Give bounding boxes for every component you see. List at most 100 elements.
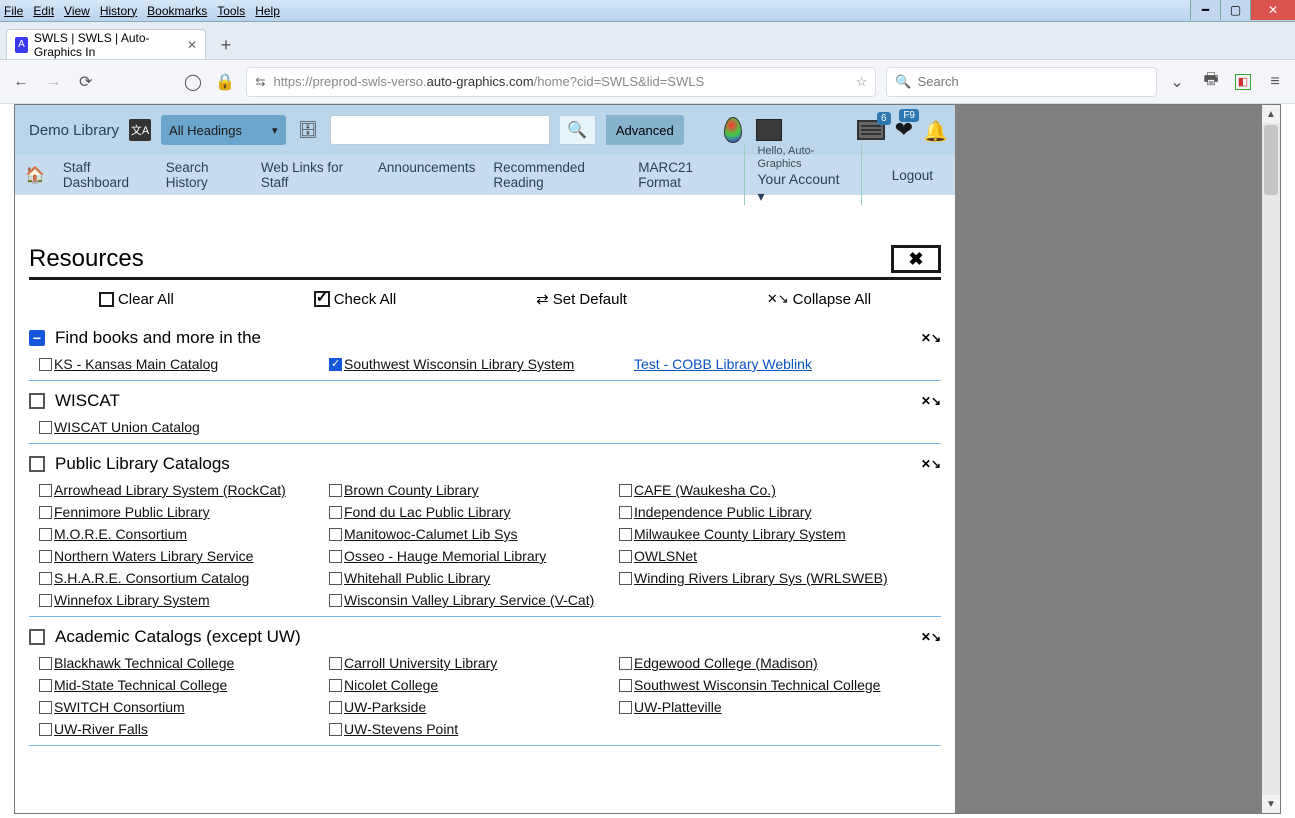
item-link[interactable]: Southwest Wisconsin Technical College <box>634 677 880 693</box>
nav-item[interactable]: Recommended Reading <box>493 160 620 190</box>
cards-icon[interactable]: 6 <box>857 120 885 140</box>
item-link[interactable]: Carroll University Library <box>344 655 497 671</box>
resource-item[interactable]: Fond du Lac Public Library <box>329 504 619 520</box>
resource-item[interactable]: UW-Parkside <box>329 699 619 715</box>
item-link[interactable]: Test - COBB Library Weblink <box>634 356 812 372</box>
os-menu-item[interactable]: File <box>4 4 23 18</box>
item-checkbox[interactable] <box>39 657 52 670</box>
item-checkbox[interactable] <box>619 679 632 692</box>
check-all-button[interactable]: Check All <box>314 290 397 308</box>
resource-item[interactable]: Wisconsin Valley Library Service (V-Cat) <box>329 592 619 608</box>
film-icon[interactable] <box>756 119 782 141</box>
group-header[interactable]: WISCAT✕↘ <box>29 387 941 415</box>
item-link[interactable]: Independence Public Library <box>634 504 811 520</box>
os-menu-item[interactable]: Edit <box>33 4 54 18</box>
collapse-icon[interactable]: ✕↘ <box>921 331 941 345</box>
minimize-button[interactable]: ━ <box>1190 0 1220 20</box>
logout-link[interactable]: Logout <box>880 168 945 183</box>
resource-item[interactable]: Osseo - Hauge Memorial Library <box>329 548 619 564</box>
group-checkbox[interactable] <box>29 393 45 409</box>
close-tab-icon[interactable]: ✕ <box>187 38 197 52</box>
hamburger-menu-icon[interactable]: ≡ <box>1265 72 1285 92</box>
resource-item[interactable]: UW-River Falls <box>39 721 329 737</box>
resource-item[interactable]: Southwest Wisconsin Technical College <box>619 677 909 693</box>
item-link[interactable]: KS - Kansas Main Catalog <box>54 356 218 372</box>
collapse-all-button[interactable]: ✕↘Collapse All <box>767 290 871 308</box>
resource-item[interactable]: Test - COBB Library Weblink <box>619 356 909 372</box>
notifications-icon[interactable]: 🔔 <box>923 119 945 141</box>
resource-item[interactable]: OWLSNet <box>619 548 909 564</box>
os-menu-item[interactable]: Bookmarks <box>147 4 207 18</box>
collapse-minus-icon[interactable]: − <box>29 330 45 346</box>
resource-item[interactable]: KS - Kansas Main Catalog <box>39 356 329 372</box>
resource-item[interactable]: Fennimore Public Library <box>39 504 329 520</box>
scroll-up-arrow[interactable]: ▲ <box>1262 105 1280 123</box>
item-link[interactable]: Osseo - Hauge Memorial Library <box>344 548 546 564</box>
item-checkbox[interactable] <box>39 701 52 714</box>
collapse-icon[interactable]: ✕↘ <box>921 394 941 408</box>
nav-item[interactable]: Staff Dashboard <box>63 160 148 190</box>
item-checkbox[interactable] <box>39 528 52 541</box>
item-link[interactable]: Blackhawk Technical College <box>54 655 234 671</box>
resource-item[interactable]: Brown County Library <box>329 482 619 498</box>
item-link[interactable]: Fennimore Public Library <box>54 504 210 520</box>
back-button[interactable]: ← <box>10 70 32 94</box>
item-checkbox[interactable] <box>619 484 632 497</box>
app-scrollbar[interactable]: ▲ ▼ <box>1262 105 1280 813</box>
print-icon[interactable]: 🖶 <box>1201 72 1221 92</box>
resource-item[interactable]: Edgewood College (Madison) <box>619 655 909 671</box>
extension-icon[interactable]: ◧ <box>1235 74 1251 90</box>
item-link[interactable]: WISCAT Union Catalog <box>54 419 200 435</box>
item-checkbox[interactable] <box>329 594 342 607</box>
home-icon[interactable]: 🏠 <box>25 165 45 185</box>
os-menu-item[interactable]: History <box>100 4 137 18</box>
collapse-icon[interactable]: ✕↘ <box>921 630 941 644</box>
shield-icon[interactable]: ◯ <box>182 70 204 94</box>
catalog-search-button[interactable]: 🔍 <box>560 115 596 145</box>
item-checkbox[interactable] <box>39 594 52 607</box>
url-bar[interactable]: ⇆ https://preprod-swls-verso.auto-graphi… <box>246 67 876 97</box>
item-checkbox[interactable] <box>619 550 632 563</box>
item-checkbox[interactable] <box>329 701 342 714</box>
scroll-down-arrow[interactable]: ▼ <box>1262 795 1280 813</box>
item-link[interactable]: S.H.A.R.E. Consortium Catalog <box>54 570 249 586</box>
item-link[interactable]: Edgewood College (Madison) <box>634 655 818 671</box>
item-checkbox[interactable] <box>619 528 632 541</box>
item-checkbox[interactable] <box>329 358 342 371</box>
resource-item[interactable]: Independence Public Library <box>619 504 909 520</box>
os-menu-item[interactable]: Help <box>255 4 280 18</box>
item-checkbox[interactable] <box>39 550 52 563</box>
item-checkbox[interactable] <box>39 506 52 519</box>
nav-item[interactable]: MARC21 Format <box>638 160 726 190</box>
resource-item[interactable]: Mid-State Technical College <box>39 677 329 693</box>
catalog-search-input[interactable] <box>330 115 550 145</box>
resource-item[interactable]: S.H.A.R.E. Consortium Catalog <box>39 570 329 586</box>
item-checkbox[interactable] <box>619 572 632 585</box>
nav-item[interactable]: Announcements <box>378 160 476 190</box>
item-link[interactable]: Arrowhead Library System (RockCat) <box>54 482 286 498</box>
item-checkbox[interactable] <box>329 679 342 692</box>
resource-item[interactable]: Manitowoc-Calumet Lib Sys <box>329 526 619 542</box>
item-link[interactable]: UW-Platteville <box>634 699 722 715</box>
database-icon[interactable]: 🗄 <box>298 120 318 140</box>
resource-item[interactable]: UW-Platteville <box>619 699 909 715</box>
os-menu-item[interactable]: View <box>64 4 90 18</box>
item-checkbox[interactable] <box>329 723 342 736</box>
resource-item[interactable]: UW-Stevens Point <box>329 721 619 737</box>
resource-item[interactable]: Carroll University Library <box>329 655 619 671</box>
resource-item[interactable]: Arrowhead Library System (RockCat) <box>39 482 329 498</box>
item-checkbox[interactable] <box>329 572 342 585</box>
close-window-button[interactable]: ✕ <box>1250 0 1295 20</box>
item-link[interactable]: CAFE (Waukesha Co.) <box>634 482 776 498</box>
item-link[interactable]: Wisconsin Valley Library Service (V-Cat) <box>344 592 594 608</box>
resource-item[interactable]: Whitehall Public Library <box>329 570 619 586</box>
new-tab-button[interactable]: + <box>212 31 240 59</box>
resource-item[interactable]: Nicolet College <box>329 677 619 693</box>
advanced-search-button[interactable]: Advanced <box>606 115 684 145</box>
item-link[interactable]: Winnefox Library System <box>54 592 210 608</box>
reload-button[interactable]: ⟳ <box>75 70 97 94</box>
bookmark-star-icon[interactable]: ☆ <box>856 74 868 90</box>
item-link[interactable]: Brown County Library <box>344 482 479 498</box>
clear-all-button[interactable]: Clear All <box>99 290 174 308</box>
item-link[interactable]: Nicolet College <box>344 677 438 693</box>
